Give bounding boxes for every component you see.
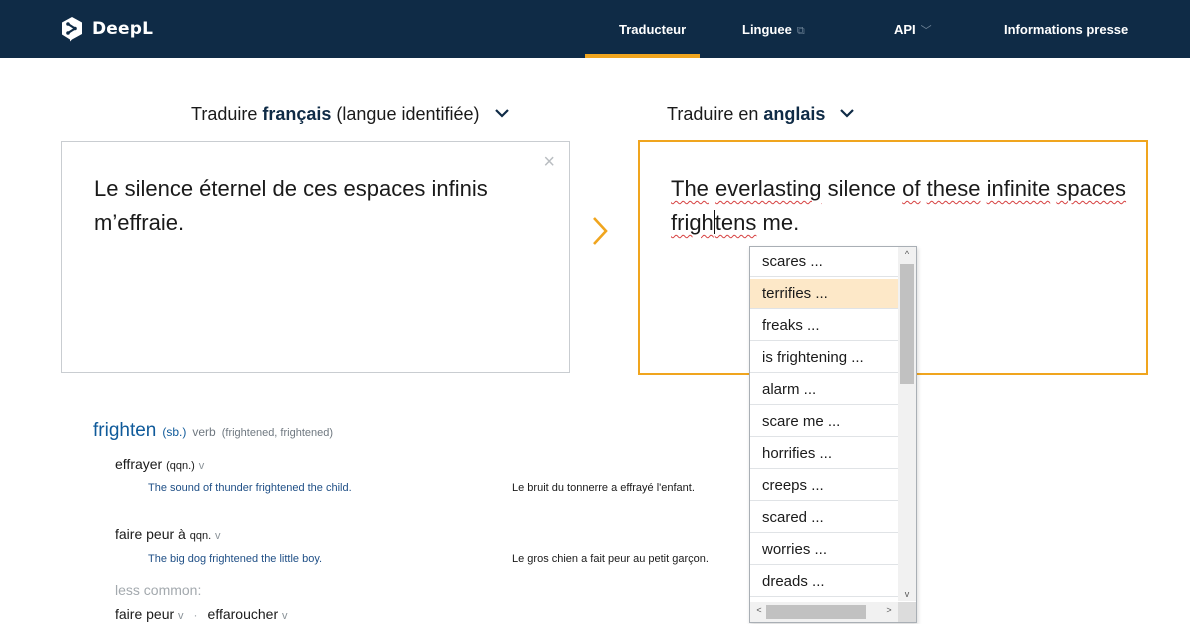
- headword-note: (sb.): [162, 425, 187, 439]
- translation-word: effaroucher: [207, 606, 279, 622]
- word-part: frigh: [671, 210, 714, 235]
- translation-word: faire peur à: [115, 526, 186, 542]
- less-common-translations: faire peur v · effaroucher v: [115, 606, 288, 622]
- alternative-option[interactable]: horrifies ...: [750, 439, 898, 469]
- brand-name: DeepL: [92, 19, 154, 39]
- alternative-option[interactable]: freaks ...: [750, 311, 898, 341]
- chevron-down-icon: [494, 109, 509, 118]
- separator: ·: [193, 608, 198, 622]
- example-source: The sound of thunder frightened the chil…: [148, 482, 352, 494]
- deepl-logo[interactable]: DeepL: [60, 16, 153, 42]
- target-lang-prefix: Traduire en: [667, 104, 764, 124]
- scrollbar-corner: [898, 602, 916, 622]
- example-source: The big dog frightened the little boy.: [148, 553, 323, 565]
- word[interactable]: of: [902, 176, 920, 201]
- chevron-down-icon: ﹀: [920, 25, 932, 37]
- scrollbar-thumb[interactable]: [766, 605, 866, 619]
- translation-note: qqn.: [189, 530, 212, 542]
- translation-pos: v: [215, 530, 221, 542]
- nav-press[interactable]: Informations presse: [1004, 0, 1128, 58]
- source-language-selector[interactable]: Traduire français (langue identifiée): [191, 104, 509, 125]
- headword-pos: verb: [192, 425, 216, 439]
- less-common-item[interactable]: effaroucher v: [208, 606, 288, 622]
- chevron-down-icon: [840, 109, 855, 118]
- scroll-up-icon[interactable]: ^: [898, 249, 916, 259]
- source-text-input[interactable]: Le silence éternel de ces espaces infini…: [94, 172, 514, 240]
- source-lang-suffix: (langue identifiée): [331, 104, 480, 124]
- scrollbar-thumb[interactable]: [900, 264, 914, 384]
- translation-pos: v: [178, 610, 184, 622]
- nav-linguee[interactable]: Linguee ⧉: [742, 0, 805, 58]
- alternative-option[interactable]: is frightening ...: [750, 343, 898, 373]
- nav-translator[interactable]: Traducteur: [619, 0, 686, 58]
- translation-word: faire peur: [115, 606, 175, 622]
- selected-word[interactable]: frightens: [671, 210, 756, 235]
- translation-pos: v: [198, 460, 205, 472]
- translation-note: (qqn.): [166, 460, 195, 472]
- example-target: Le gros chien a fait peur au petit garço…: [512, 553, 709, 565]
- top-bar: DeepL Traducteur Linguee ⧉ API ﹀ Informati…: [0, 0, 1190, 58]
- clear-icon[interactable]: ×: [543, 152, 555, 172]
- dictionary-headword[interactable]: frighten: [93, 420, 156, 441]
- word[interactable]: silence: [828, 176, 896, 201]
- nav-translator-label: Traducteur: [619, 22, 687, 37]
- nav-press-label: Informations presse: [1004, 22, 1129, 37]
- less-common-item[interactable]: faire peur v: [115, 606, 184, 622]
- word[interactable]: The: [671, 176, 709, 201]
- scroll-down-icon[interactable]: v: [898, 589, 916, 599]
- alternatives-dropdown[interactable]: scares ... terrifies ... freaks ... is f…: [749, 246, 917, 623]
- vertical-scrollbar[interactable]: ^ v: [898, 247, 916, 601]
- scroll-right-icon[interactable]: >: [880, 605, 898, 615]
- dictionary-translation[interactable]: effrayer (qqn.) v: [115, 456, 204, 472]
- source-language: français: [262, 104, 332, 124]
- dictionary-headword-line: frighten (sb.) verb (frightened, frightened…: [93, 420, 333, 442]
- nav-api[interactable]: API ﹀: [894, 0, 932, 58]
- active-nav-indicator: [585, 54, 700, 58]
- horizontal-scrollbar[interactable]: < >: [750, 602, 898, 622]
- alternative-option-highlighted[interactable]: terrifies ...: [750, 279, 898, 309]
- translation-output[interactable]: The everlasting silence of these infinit…: [671, 172, 1131, 240]
- word[interactable]: me.: [763, 210, 800, 235]
- source-text-panel: Le silence éternel de ces espaces infini…: [61, 141, 570, 373]
- less-common-label: less common:: [115, 582, 202, 598]
- alternative-option[interactable]: creeps ...: [750, 471, 898, 501]
- target-language: anglais: [763, 104, 826, 124]
- target-language-selector[interactable]: Traduire en anglais: [667, 104, 855, 125]
- nav-api-label: API: [894, 22, 916, 37]
- dictionary-translation[interactable]: faire peur à qqn. v: [115, 526, 221, 542]
- nav-linguee-label: Linguee: [742, 22, 792, 37]
- word[interactable]: everlasting: [715, 176, 821, 201]
- word[interactable]: infinite: [987, 176, 1051, 201]
- alternative-option[interactable]: scares ...: [750, 247, 898, 277]
- word-part: tens: [714, 210, 757, 235]
- translation-word: effrayer: [115, 456, 163, 472]
- word[interactable]: spaces: [1056, 176, 1126, 201]
- alternative-option[interactable]: scare me ...: [750, 407, 898, 437]
- alternative-option[interactable]: worries ...: [750, 535, 898, 565]
- alternative-option[interactable]: alarm ...: [750, 375, 898, 405]
- arrow-right-icon: [593, 217, 608, 245]
- example-target: Le bruit du tonnerre a effrayé l'enfant.: [512, 482, 695, 494]
- alternative-option[interactable]: scared ...: [750, 503, 898, 533]
- alternative-option[interactable]: dreads ...: [750, 567, 898, 597]
- deepl-logo-icon: [62, 17, 82, 42]
- source-lang-prefix: Traduire: [191, 104, 263, 124]
- word[interactable]: these: [927, 176, 981, 201]
- headword-forms: (frightened, frightened): [221, 427, 334, 439]
- translation-pos: v: [282, 610, 288, 622]
- external-link-icon: ⧉: [796, 25, 805, 37]
